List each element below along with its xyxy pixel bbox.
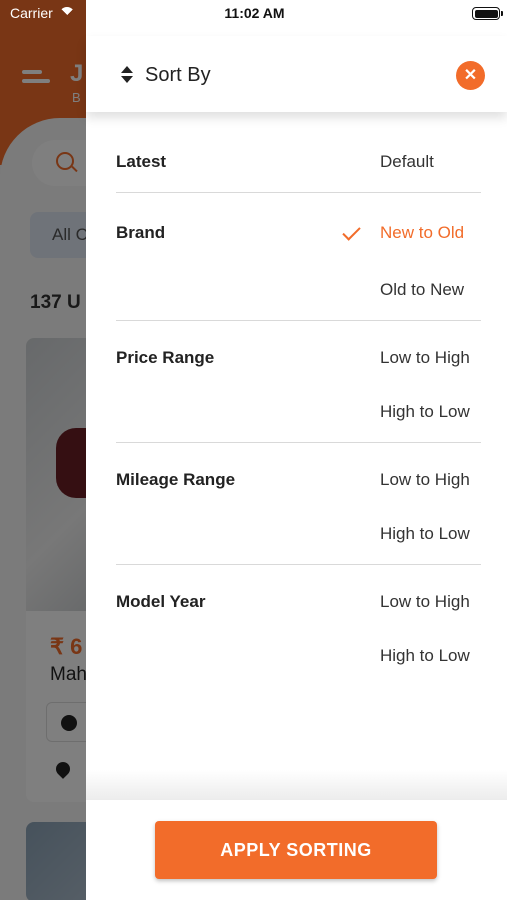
divider: [116, 442, 481, 443]
sort-option-high-to-low[interactable]: High to Low: [380, 646, 470, 666]
sort-section-label: Model Year: [116, 592, 206, 611]
drawer-header: Sort By ✕: [86, 36, 507, 112]
divider: [116, 564, 481, 565]
carrier-label: Carrier: [10, 5, 53, 21]
status-time: 11:02 AM: [224, 5, 285, 21]
sort-option-old-to-new[interactable]: Old to New: [380, 280, 464, 300]
battery-icon: [472, 7, 503, 20]
sort-drawer: 11:02 AM Sort By ✕ Latest Default Brand …: [86, 0, 507, 900]
footer-shadow: [86, 770, 507, 800]
sort-section-label: Latest: [116, 152, 167, 171]
drawer-title: Sort By: [145, 64, 211, 86]
status-bar-left: Carrier: [10, 5, 75, 21]
sort-option-default[interactable]: Default: [380, 152, 434, 172]
sort-section-label: Mileage Range: [116, 470, 236, 489]
sort-option-high-to-low[interactable]: High to Low: [380, 402, 470, 422]
sort-icon: [120, 66, 134, 86]
sort-option-low-to-high[interactable]: Low to High: [380, 592, 470, 612]
sort-option-low-to-high[interactable]: Low to High: [380, 348, 470, 368]
divider: [116, 320, 481, 321]
sort-option-low-to-high[interactable]: Low to High: [380, 470, 470, 490]
sort-option-new-to-old[interactable]: New to Old: [380, 223, 464, 243]
sort-option-high-to-low[interactable]: High to Low: [380, 524, 470, 544]
drawer-footer: APPLY SORTING: [86, 800, 507, 900]
apply-sorting-button[interactable]: APPLY SORTING: [155, 821, 437, 879]
checkmark-icon: [342, 223, 362, 243]
divider: [116, 192, 481, 193]
sort-section-label: Brand: [116, 223, 166, 242]
close-button[interactable]: ✕: [456, 61, 485, 90]
sort-section-label: Price Range: [116, 348, 215, 367]
wifi-icon: [58, 7, 75, 19]
